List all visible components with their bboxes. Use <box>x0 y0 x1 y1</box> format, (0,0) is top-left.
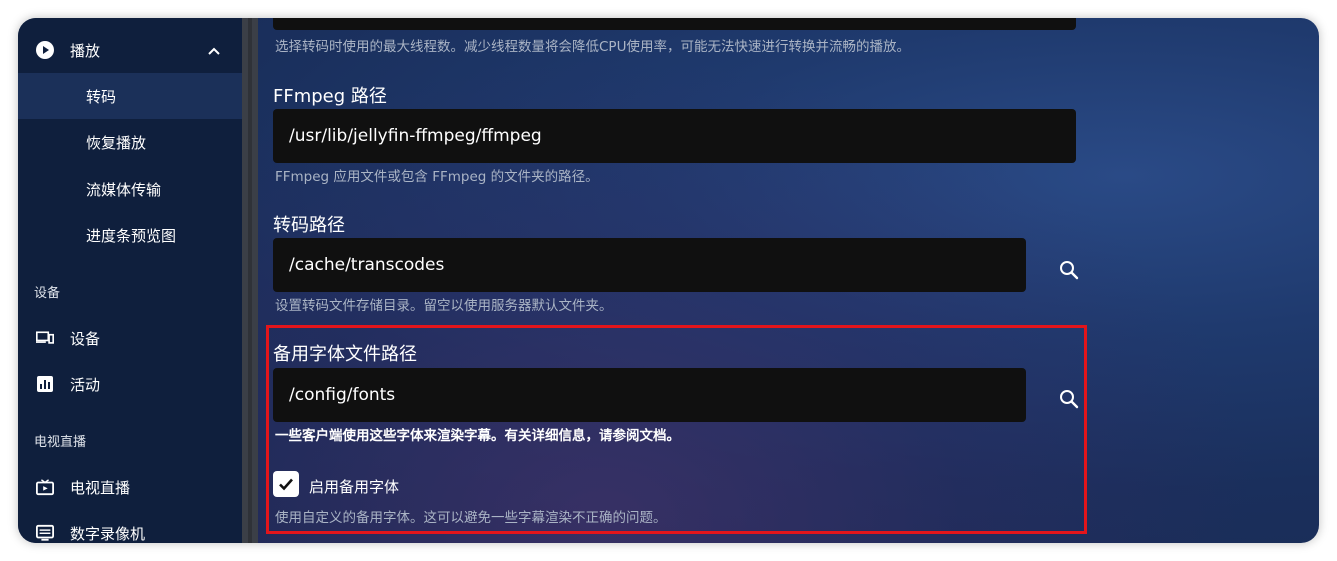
sidebar-item-transcoding[interactable]: 转码 <box>18 73 242 119</box>
section-title-devices: 设备 <box>34 286 61 301</box>
sidebar: 播放 转码 恢复播放 流媒体传输 进度条预览图 设备 设备 活动 电视直播 电视… <box>18 18 242 543</box>
sidebar-item-label: 设备 <box>70 329 101 348</box>
sidebar-item-label: 流媒体传输 <box>86 180 162 199</box>
sidebar-item-label: 电视直播 <box>70 478 131 497</box>
ffmpeg-path-help: FFmpeg 应用文件或包含 FFmpeg 的文件夹的路径。 <box>275 169 599 185</box>
devices-icon <box>36 329 54 347</box>
sidebar-item-activity[interactable]: 活动 <box>18 364 242 404</box>
play-circle-icon <box>36 41 54 59</box>
activity-icon <box>36 375 54 393</box>
sidebar-scrollbar[interactable] <box>242 18 258 543</box>
search-icon[interactable] <box>1057 258 1081 282</box>
sidebar-item-label: 恢复播放 <box>86 133 147 152</box>
sidebar-item-trickplay[interactable]: 进度条预览图 <box>18 212 242 258</box>
transcode-path-label: 转码路径 <box>273 215 345 236</box>
live-tv-icon <box>36 478 54 496</box>
chevron-up-icon[interactable] <box>207 43 221 57</box>
transcode-path-input[interactable]: /cache/transcodes <box>273 238 1026 292</box>
sidebar-item-label: 进度条预览图 <box>86 226 177 245</box>
sidebar-item-label: 数字录像机 <box>70 524 146 543</box>
section-title-livetv: 电视直播 <box>34 435 87 450</box>
dvr-icon <box>36 524 54 542</box>
ffmpeg-path-label: FFmpeg 路径 <box>273 86 387 107</box>
transcode-path-help: 设置转码文件存储目录。留空以使用服务器默认文件夹。 <box>275 298 613 314</box>
sidebar-item-resume[interactable]: 恢复播放 <box>18 119 242 165</box>
sidebar-item-label: 转码 <box>86 87 117 106</box>
threads-help-text: 选择转码时使用的最大线程数。减少线程数量将会降低CPU使用率，可能无法快速进行转… <box>275 39 910 55</box>
sidebar-item-streaming[interactable]: 流媒体传输 <box>18 166 242 212</box>
sidebar-item-playback[interactable]: 播放 <box>18 29 242 71</box>
sidebar-item-label: 播放 <box>70 41 101 60</box>
sidebar-item-label: 活动 <box>70 375 101 394</box>
sidebar-item-dvr[interactable]: 数字录像机 <box>18 513 242 543</box>
threads-input[interactable] <box>273 18 1076 30</box>
ffmpeg-path-input[interactable]: /usr/lib/jellyfin-ffmpeg/ffmpeg <box>273 109 1076 163</box>
highlight-box <box>266 325 1087 534</box>
sidebar-item-devices[interactable]: 设备 <box>18 318 242 358</box>
sidebar-item-livetv[interactable]: 电视直播 <box>18 467 242 507</box>
app-window: 播放 转码 恢复播放 流媒体传输 进度条预览图 设备 设备 活动 电视直播 电视… <box>18 18 1319 543</box>
